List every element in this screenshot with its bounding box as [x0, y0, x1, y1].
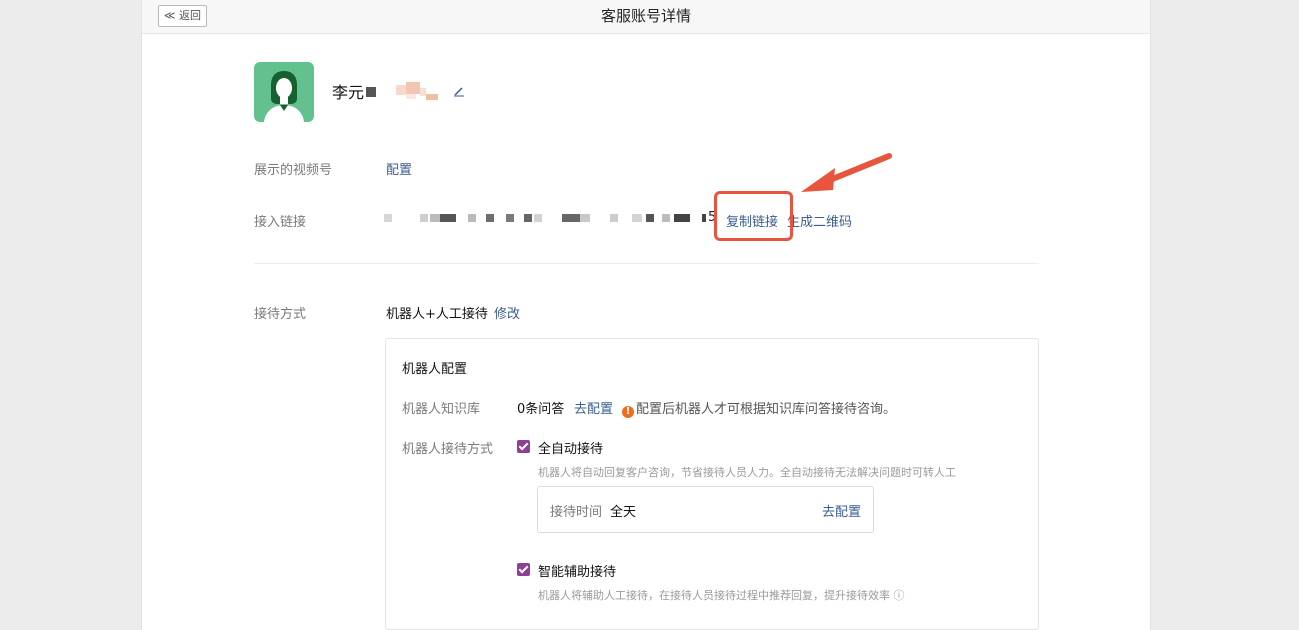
- robot-kb-warning: ! 配置后机器人才可根据知识库问答接待咨询。: [622, 398, 896, 418]
- reception-mode-label: 接待方式: [254, 307, 307, 322]
- assist-reception-label: 智能辅助接待: [538, 565, 617, 580]
- modify-reception-link[interactable]: 修改: [494, 303, 520, 322]
- access-link-label: 接入链接: [254, 215, 307, 230]
- section-divider: [254, 263, 1039, 264]
- edit-name-icon[interactable]: [452, 84, 466, 98]
- robot-config-title: 机器人配置: [402, 362, 468, 377]
- video-account-label: 展示的视频号: [254, 163, 333, 178]
- robot-kb-config-link[interactable]: 去配置: [574, 398, 613, 417]
- auto-reception-checkbox[interactable]: [517, 440, 530, 453]
- robot-kb-warning-text: 配置后机器人才可根据知识库问答接待咨询。: [636, 402, 897, 417]
- access-link-url-mask: [382, 210, 717, 226]
- name-mosaic: [366, 82, 446, 100]
- robot-kb-label: 机器人知识库: [402, 402, 481, 417]
- warning-icon: !: [622, 406, 634, 418]
- robot-kb-count: 0条问答: [517, 402, 565, 417]
- reception-time-box: 接待时间 全天 去配置: [537, 486, 874, 533]
- back-button[interactable]: ≪ 返回: [158, 5, 208, 27]
- robot-config-card: 机器人配置 机器人知识库 0条问答 去配置 ! 配置后机器人才可根据知识库问答接待…: [385, 338, 1039, 630]
- auto-reception-label: 全自动接待: [538, 442, 604, 457]
- reception-time-config-link[interactable]: 去配置: [822, 501, 861, 520]
- page-title: 客服账号详情: [600, 7, 691, 25]
- robot-mode-label: 机器人接待方式: [402, 442, 494, 457]
- reception-mode-value: 机器人+人工接待: [386, 307, 488, 322]
- assist-reception-hint: 机器人将辅助人工接待，在接待人员接待过程中推荐回复，提升接待效率 ⓘ: [538, 589, 905, 602]
- reception-time-label: 接待时间: [550, 505, 603, 520]
- assist-reception-checkbox[interactable]: [517, 563, 530, 576]
- top-bar: 客服账号详情 ≪ 返回: [142, 0, 1150, 34]
- auto-reception-hint: 机器人将自动回复客户咨询，节省接待人员人力。全自动接待无法解决问题时可转人工: [538, 466, 956, 479]
- detail-panel: 客服账号详情 ≪ 返回 李元 展示的视频号 配置 接入链接 5 复制链接 生成二…: [141, 0, 1151, 630]
- generate-qrcode-link[interactable]: 生成二维码: [787, 211, 852, 230]
- avatar-person-icon: [264, 71, 304, 122]
- video-account-config-link[interactable]: 配置: [386, 159, 412, 178]
- avatar: [254, 62, 314, 122]
- account-name: 李元: [332, 83, 365, 102]
- copy-link-highlight-box: [714, 191, 793, 241]
- account-name-row: 李元: [332, 80, 466, 102]
- reception-time-value: 全天: [610, 505, 637, 520]
- annotation-arrow-icon: [801, 153, 892, 192]
